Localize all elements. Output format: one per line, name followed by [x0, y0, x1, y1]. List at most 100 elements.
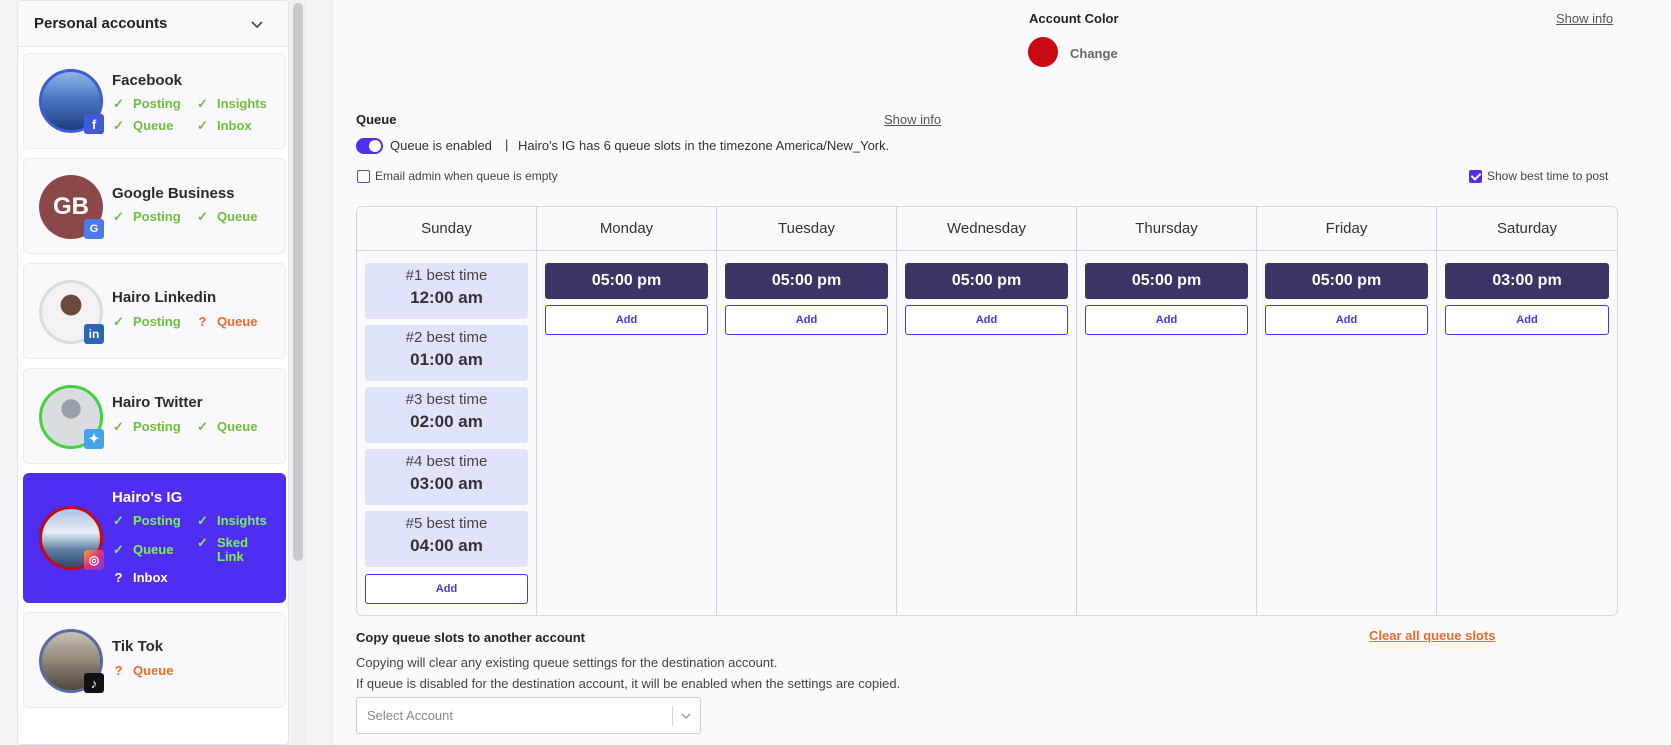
copy-queue-title: Copy queue slots to another account	[356, 630, 585, 645]
queue-summary: Hairo's IG has 6 queue slots in the time…	[518, 138, 890, 153]
perm-posting: ✓ Posting	[113, 419, 181, 434]
change-color-button[interactable]: Change	[1070, 46, 1118, 61]
question-icon: ?	[114, 663, 123, 678]
personal-accounts-header[interactable]: Personal accounts	[18, 1, 288, 47]
add-slot-button[interactable]: Add	[545, 305, 708, 335]
perm-posting: ✓ Posting	[113, 209, 181, 224]
perm-insights: ✓ Insights	[197, 513, 267, 528]
add-slot-button[interactable]: Add	[1445, 305, 1609, 335]
select-placeholder: Select Account	[367, 708, 453, 723]
account-name: Hairo Twitter	[112, 394, 203, 411]
accounts-sidebar: Personal accounts f Facebook ✓ Posting ✓ I…	[17, 0, 289, 745]
question-icon: ?	[198, 314, 207, 329]
queue-show-info-link[interactable]: Show info	[884, 112, 941, 127]
account-color-label: Account Color	[1029, 11, 1119, 26]
day-column-thursday: Thursday 05:00 pm Add	[1077, 207, 1257, 615]
check-icon: ✓	[113, 419, 124, 434]
account-card-hairo-twitter[interactable]: ✦ Hairo Twitter ✓ Posting ✓ Queue	[23, 368, 286, 464]
check-icon: ✓	[113, 118, 124, 133]
perm-posting: ✓ Posting	[113, 314, 181, 329]
check-icon: ✓	[113, 314, 124, 329]
add-slot-button[interactable]: Add	[725, 305, 888, 335]
check-icon: ✓	[197, 419, 208, 434]
queue-settings-panel: Account Color Show info Change Queue Sho…	[332, 0, 1671, 745]
check-icon: ✓	[113, 209, 124, 224]
perm-sked-link: ✓ Sked Link	[197, 535, 249, 564]
check-icon: ✓	[197, 513, 208, 528]
linkedin-icon: in	[84, 324, 104, 344]
select-account-dropdown[interactable]: Select Account	[356, 697, 701, 734]
check-icon: ✓	[113, 96, 124, 111]
show-best-time-checkbox[interactable]	[1469, 170, 1482, 183]
queue-slot[interactable]: 03:00 pm	[1445, 263, 1609, 299]
day-header: Saturday	[1437, 207, 1617, 251]
queue-slot[interactable]: 05:00 pm	[725, 263, 888, 299]
section-title: Personal accounts	[34, 15, 168, 32]
perm-insights: ✓ Insights	[197, 96, 267, 111]
perm-queue: ✓ Queue	[113, 542, 174, 557]
question-icon: ?	[114, 570, 123, 585]
twitter-icon: ✦	[84, 429, 104, 449]
account-card-facebook[interactable]: f Facebook ✓ Posting ✓ Insights ✓ Queue ✓ In…	[23, 53, 286, 149]
account-card-google-business[interactable]: GB G Google Business ✓ Posting ✓ Queue	[23, 158, 286, 254]
add-slot-button[interactable]: Add	[365, 574, 528, 604]
account-card-hairo-linkedin[interactable]: in Hairo Linkedin ✓ Posting ? Queue	[23, 263, 286, 359]
best-time-slot[interactable]: #2 best time 01:00 am	[365, 325, 528, 381]
chevron-down-icon	[681, 713, 691, 719]
sidebar-scrollbar[interactable]	[293, 3, 303, 561]
perm-queue: ✓ Queue	[113, 118, 174, 133]
best-time-slot[interactable]: #5 best time 04:00 am	[365, 511, 528, 567]
email-admin-label: Email admin when queue is empty	[375, 169, 558, 183]
check-icon: ✓	[113, 513, 124, 528]
check-icon: ✓	[113, 542, 124, 557]
show-best-time-label: Show best time to post	[1487, 169, 1609, 183]
queue-slot[interactable]: 05:00 pm	[545, 263, 708, 299]
day-column-monday: Monday 05:00 pm Add	[537, 207, 717, 615]
add-slot-button[interactable]: Add	[905, 305, 1068, 335]
check-icon: ✓	[197, 209, 208, 224]
perm-posting: ✓ Posting	[113, 513, 181, 528]
best-time-slot[interactable]: #3 best time 02:00 am	[365, 387, 528, 443]
chevron-down-icon	[251, 21, 263, 29]
account-name: Tik Tok	[112, 638, 164, 655]
queue-slot[interactable]: 05:00 pm	[1265, 263, 1428, 299]
account-color-swatch[interactable]	[1028, 37, 1058, 67]
copy-note-1: Copying will clear any existing queue se…	[356, 655, 778, 670]
day-header: Monday	[537, 207, 716, 251]
perm-posting: ✓ Posting	[113, 96, 181, 111]
queue-enabled-label: Queue is enabled	[390, 138, 492, 153]
queue-label: Queue	[356, 112, 397, 127]
queue-slot[interactable]: 05:00 pm	[905, 263, 1068, 299]
account-name: Google Business	[112, 185, 235, 202]
account-name: Hairo Linkedin	[112, 289, 217, 306]
queue-enabled-toggle[interactable]	[356, 138, 383, 154]
account-name: Hairo's IG	[112, 489, 183, 506]
account-card-tik-tok[interactable]: ♪ Tik Tok ? Queue	[23, 612, 286, 708]
day-header: Thursday	[1077, 207, 1256, 251]
perm-inbox: ? Inbox	[112, 570, 168, 585]
best-time-slot[interactable]: #4 best time 03:00 am	[365, 449, 528, 505]
best-time-slot[interactable]: #1 best time 12:00 am	[365, 263, 528, 319]
day-column-saturday: Saturday 03:00 pm Add	[1437, 207, 1617, 615]
add-slot-button[interactable]: Add	[1265, 305, 1428, 335]
facebook-icon: f	[84, 114, 104, 134]
account-card-hairos-ig[interactable]: ◎ Hairo's IG ✓ Posting ✓ Insights ✓ Queue ✓…	[23, 473, 286, 603]
add-slot-button[interactable]: Add	[1085, 305, 1248, 335]
check-icon: ✓	[197, 118, 208, 133]
clear-all-queue-slots-link[interactable]: Clear all queue slots	[1369, 628, 1495, 643]
queue-schedule-grid: Sunday #1 best time 12:00 am #2 best time…	[356, 206, 1618, 616]
copy-note-2: If queue is disabled for the destination…	[356, 676, 901, 691]
instagram-icon: ◎	[84, 550, 104, 570]
day-header: Sunday	[357, 207, 536, 251]
perm-queue: ? Queue	[112, 663, 174, 678]
separator: |	[505, 137, 509, 152]
perm-inbox: ✓ Inbox	[197, 118, 252, 133]
email-admin-checkbox[interactable]	[357, 170, 370, 183]
queue-slot[interactable]: 05:00 pm	[1085, 263, 1248, 299]
day-column-sunday: Sunday #1 best time 12:00 am #2 best time…	[357, 207, 537, 615]
google-business-icon: G	[84, 219, 104, 239]
account-color-show-info-link[interactable]: Show info	[1556, 11, 1613, 26]
day-column-friday: Friday 05:00 pm Add	[1257, 207, 1437, 615]
day-header: Friday	[1257, 207, 1436, 251]
check-icon: ✓	[197, 535, 208, 550]
